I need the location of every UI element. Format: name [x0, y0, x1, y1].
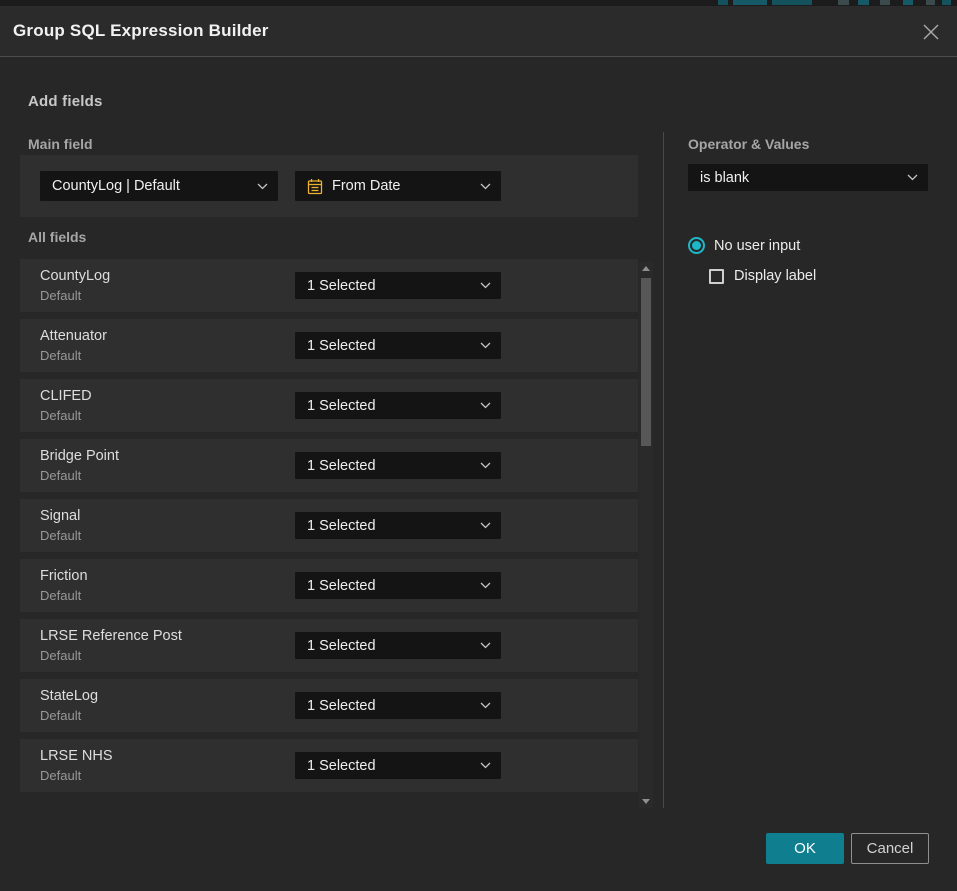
- ok-button[interactable]: OK: [766, 833, 844, 864]
- field-name: CountyLog: [40, 268, 110, 284]
- group-sql-expression-builder-dialog: Group SQL Expression Builder Add fields …: [0, 6, 957, 891]
- background-app-fragment: [903, 0, 913, 5]
- scrollbar-down-arrow-icon[interactable]: [642, 799, 650, 804]
- field-name: Bridge Point: [40, 448, 119, 464]
- field-selected-value: 1 Selected: [307, 518, 472, 534]
- chevron-down-icon: [480, 183, 491, 190]
- field-row: LRSE NHS Default 1 Selected: [20, 739, 638, 792]
- chevron-down-icon: [480, 762, 491, 769]
- field-selected-value: 1 Selected: [307, 398, 472, 414]
- field-selected-value: 1 Selected: [307, 278, 472, 294]
- field-sublabel: Default: [40, 528, 81, 543]
- field-selected-value: 1 Selected: [307, 698, 472, 714]
- chevron-down-icon: [480, 402, 491, 409]
- all-fields-list: CountyLog Default 1 Selected Attenuator …: [20, 259, 638, 799]
- background-app-fragment: [858, 0, 869, 5]
- main-layer-select[interactable]: CountyLog | Default: [40, 171, 278, 201]
- field-selected-value: 1 Selected: [307, 638, 472, 654]
- chevron-down-icon: [480, 522, 491, 529]
- field-selected-dropdown[interactable]: 1 Selected: [295, 572, 501, 599]
- field-selected-dropdown[interactable]: 1 Selected: [295, 632, 501, 659]
- all-fields-label: All fields: [28, 229, 86, 245]
- field-selected-dropdown[interactable]: 1 Selected: [295, 692, 501, 719]
- field-row: Friction Default 1 Selected: [20, 559, 638, 612]
- background-app-fragment: [838, 0, 849, 5]
- dialog-footer: OK Cancel: [766, 833, 929, 864]
- field-selected-dropdown[interactable]: 1 Selected: [295, 392, 501, 419]
- field-sublabel: Default: [40, 408, 81, 423]
- background-app-fragment: [733, 0, 767, 5]
- chevron-down-icon: [257, 183, 268, 190]
- field-selected-value: 1 Selected: [307, 758, 472, 774]
- panel-divider: [663, 132, 664, 808]
- chevron-down-icon: [480, 342, 491, 349]
- field-name: LRSE Reference Post: [40, 628, 182, 644]
- display-label-label: Display label: [734, 268, 816, 284]
- field-sublabel: Default: [40, 348, 81, 363]
- chevron-down-icon: [480, 702, 491, 709]
- no-user-input-radio[interactable]: No user input: [688, 237, 929, 254]
- field-selected-value: 1 Selected: [307, 458, 472, 474]
- close-button[interactable]: [917, 18, 945, 46]
- no-user-input-label: No user input: [714, 238, 800, 254]
- field-sublabel: Default: [40, 768, 81, 783]
- radio-selected-icon: [688, 237, 705, 254]
- field-name: CLIFED: [40, 388, 92, 404]
- chevron-down-icon: [480, 462, 491, 469]
- field-row: StateLog Default 1 Selected: [20, 679, 638, 732]
- field-name: Signal: [40, 508, 80, 524]
- background-app-fragment: [880, 0, 890, 5]
- main-layer-select-value: CountyLog | Default: [52, 178, 249, 194]
- field-name: LRSE NHS: [40, 748, 113, 764]
- field-row: Signal Default 1 Selected: [20, 499, 638, 552]
- field-selected-dropdown[interactable]: 1 Selected: [295, 332, 501, 359]
- background-app-fragment: [942, 0, 951, 5]
- field-row: CountyLog Default 1 Selected: [20, 259, 638, 312]
- operator-select[interactable]: is blank: [688, 164, 928, 191]
- field-row: Bridge Point Default 1 Selected: [20, 439, 638, 492]
- main-field-label: Main field: [28, 136, 93, 152]
- field-selected-dropdown[interactable]: 1 Selected: [295, 512, 501, 539]
- chevron-down-icon: [480, 282, 491, 289]
- main-field-panel: CountyLog | Default From Date: [20, 155, 638, 217]
- display-label-checkbox[interactable]: Display label: [709, 268, 929, 284]
- field-name: Friction: [40, 568, 88, 584]
- background-app-fragment: [926, 0, 935, 5]
- operator-select-value: is blank: [700, 170, 899, 186]
- field-sublabel: Default: [40, 468, 81, 483]
- calendar-date-icon: [307, 178, 323, 195]
- field-selected-dropdown[interactable]: 1 Selected: [295, 272, 501, 299]
- field-name: StateLog: [40, 688, 98, 704]
- field-selected-dropdown[interactable]: 1 Selected: [295, 752, 501, 779]
- scrollbar-up-arrow-icon[interactable]: [642, 266, 650, 271]
- field-sublabel: Default: [40, 288, 81, 303]
- scrollbar-thumb[interactable]: [641, 278, 651, 446]
- field-row: LRSE Reference Post Default 1 Selected: [20, 619, 638, 672]
- operator-values-panel: Operator & Values is blank No user input…: [688, 136, 929, 284]
- field-sublabel: Default: [40, 588, 81, 603]
- field-selected-dropdown[interactable]: 1 Selected: [295, 452, 501, 479]
- background-app-fragment: [718, 0, 728, 5]
- operator-values-heading: Operator & Values: [688, 136, 929, 152]
- chevron-down-icon: [907, 174, 918, 181]
- fields-list-scrollbar[interactable]: [639, 262, 653, 808]
- field-selected-value: 1 Selected: [307, 338, 472, 354]
- main-field-select[interactable]: From Date: [295, 171, 501, 201]
- add-fields-heading: Add fields: [28, 93, 103, 110]
- dialog-titlebar: Group SQL Expression Builder: [0, 6, 957, 57]
- chevron-down-icon: [480, 582, 491, 589]
- field-sublabel: Default: [40, 648, 81, 663]
- close-icon: [922, 23, 940, 41]
- dialog-title: Group SQL Expression Builder: [13, 21, 269, 41]
- background-app-fragment: [772, 0, 812, 5]
- checkbox-unchecked-icon: [709, 269, 724, 284]
- main-field-select-value: From Date: [332, 178, 472, 194]
- cancel-button[interactable]: Cancel: [851, 833, 929, 864]
- field-row: Attenuator Default 1 Selected: [20, 319, 638, 372]
- chevron-down-icon: [480, 642, 491, 649]
- field-name: Attenuator: [40, 328, 107, 344]
- field-sublabel: Default: [40, 708, 81, 723]
- field-row: CLIFED Default 1 Selected: [20, 379, 638, 432]
- field-selected-value: 1 Selected: [307, 578, 472, 594]
